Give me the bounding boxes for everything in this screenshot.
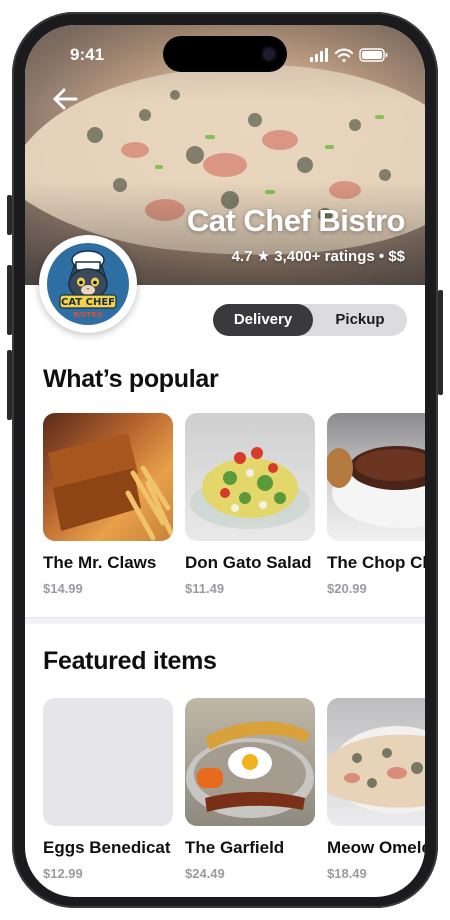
item-price: $12.99	[43, 866, 83, 881]
item-image	[43, 413, 173, 541]
menu-item-card[interactable]: Meow Omele $18.49	[327, 698, 425, 881]
section-title-popular: What’s popular	[43, 365, 219, 393]
logo-text-sub: BISTRO	[73, 311, 102, 319]
rating-line: 4.7 ★ 3,400+ ratings • $$	[232, 247, 405, 265]
separator-dot: •	[378, 248, 385, 265]
camera-icon	[263, 48, 275, 60]
menu-item-card[interactable]: Don Gato Salad $11.49	[185, 413, 317, 596]
item-price: $24.49	[185, 866, 225, 881]
item-price: $18.49	[327, 866, 367, 881]
rating-value: 4.7	[231, 248, 253, 265]
item-image	[327, 413, 425, 541]
item-name: The Chop Ch	[327, 553, 425, 572]
item-price: $11.49	[185, 581, 225, 596]
arrow-left-icon	[53, 88, 78, 110]
volume-up-button	[7, 265, 12, 335]
item-name: Don Gato Salad	[185, 553, 312, 572]
menu-item-card[interactable]: The Chop Ch $20.99	[327, 413, 425, 596]
item-name: The Mr. Claws	[43, 553, 157, 572]
item-image	[185, 698, 315, 826]
power-button	[438, 290, 443, 395]
menu-item-card[interactable]: The Mr. Claws $14.99	[43, 413, 175, 596]
cat-chef-logo-icon: CAT CHEF BISTRO	[47, 243, 129, 325]
price-level: $$	[388, 248, 405, 265]
item-name: Eggs Benedicat	[43, 838, 171, 857]
item-name: The Garfield	[185, 838, 285, 857]
item-image	[327, 698, 425, 826]
item-image-placeholder	[43, 698, 173, 826]
menu-item-card[interactable]: Eggs Benedicat $12.99	[43, 698, 175, 881]
wifi-icon	[334, 48, 354, 63]
logo-text-main: CAT CHEF	[61, 297, 115, 308]
item-price: $14.99	[43, 581, 83, 596]
app-screen: 9:41 Cat Chef Bistro 4.7 ★ 3,400+ rating…	[25, 25, 425, 897]
volume-down-button	[7, 350, 12, 420]
pickup-option[interactable]: Pickup	[313, 304, 407, 336]
featured-items-row: Eggs Benedicat $12.99 The Garfield $24.4…	[43, 698, 425, 888]
section-divider	[25, 617, 425, 624]
star-icon: ★	[256, 248, 271, 265]
item-name: Meow Omele	[327, 838, 425, 857]
item-image	[185, 413, 315, 541]
battery-icon	[359, 48, 388, 62]
status-icons	[310, 47, 390, 63]
item-price: $20.99	[327, 581, 367, 596]
delivery-option[interactable]: Delivery	[213, 304, 313, 336]
section-title-featured: Featured items	[43, 647, 217, 675]
status-time: 9:41	[70, 45, 105, 64]
ratings-count: 3,400+ ratings	[274, 248, 375, 265]
restaurant-logo: CAT CHEF BISTRO	[39, 235, 137, 333]
cellular-signal-icon	[310, 48, 328, 62]
restaurant-name: Cat Chef Bistro	[186, 203, 406, 238]
back-button[interactable]	[49, 83, 81, 115]
popular-items-row: The Mr. Claws $14.99 Don Gato Salad $11.…	[43, 413, 425, 603]
menu-item-card[interactable]: The Garfield $24.49	[185, 698, 317, 881]
delivery-pickup-toggle: Delivery Pickup	[213, 304, 407, 336]
dynamic-island	[163, 36, 287, 72]
action-button	[7, 195, 12, 235]
